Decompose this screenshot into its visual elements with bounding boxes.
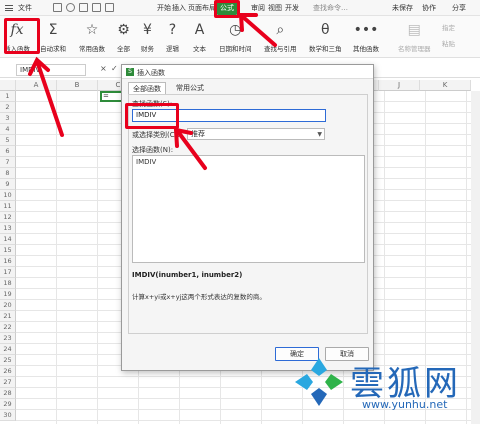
annotation-arrow <box>36 62 64 137</box>
watermark-logo-icon <box>295 358 343 406</box>
watermark-url: www.yunhu.net <box>362 398 448 411</box>
annotation-arrow <box>177 131 207 170</box>
annotation-arrow <box>241 15 277 47</box>
